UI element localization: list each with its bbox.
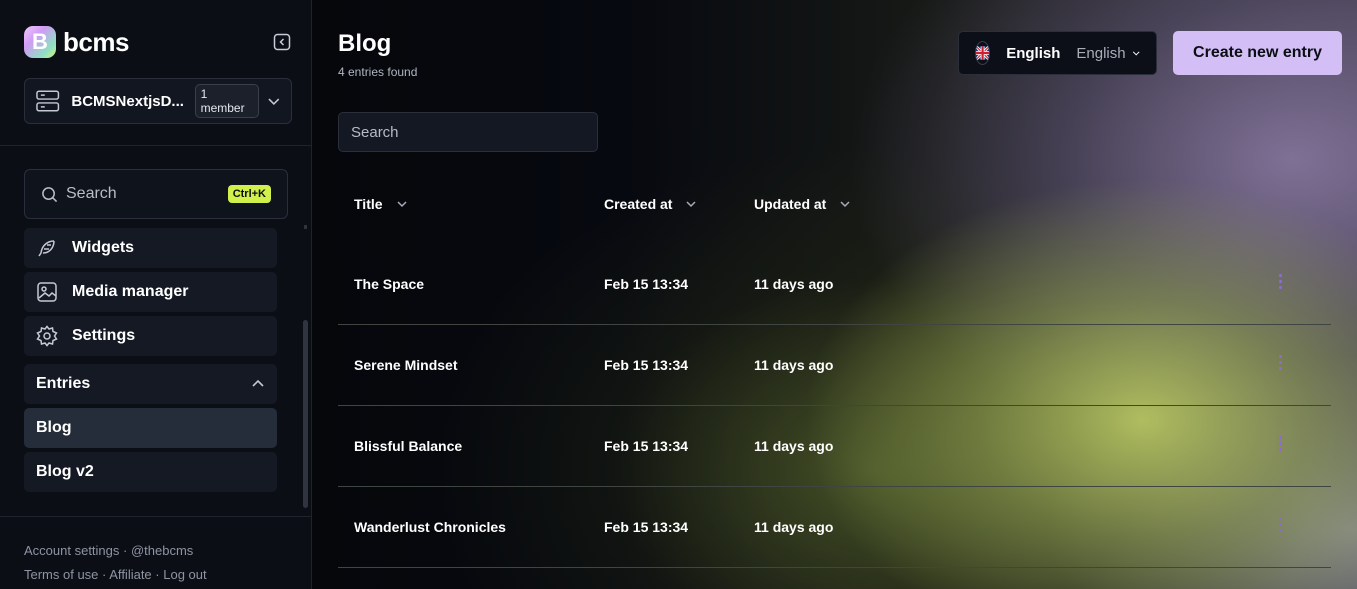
entry-updated-at: 11 days ago [754, 276, 834, 292]
sidebar-item-blog[interactable]: Blog [24, 408, 277, 448]
column-header-title[interactable]: Title [354, 196, 408, 212]
page-title: Blog [338, 30, 392, 57]
create-new-entry-button[interactable]: Create new entry [1173, 31, 1342, 75]
sidebar-search-label: Search [66, 185, 117, 202]
search-icon [42, 186, 58, 202]
table-row[interactable]: Serene Mindset Feb 15 13:34 11 days ago [338, 325, 1331, 406]
entry-updated-at: 11 days ago [754, 357, 834, 373]
entry-created-at: Feb 15 13:34 [604, 357, 689, 373]
logo[interactable]: B bcms [24, 26, 129, 58]
sidebar-item-label: Media manager [72, 283, 189, 300]
sidebar-footer: Account settings · @thebcms Terms of use… [24, 539, 207, 587]
more-options-icon[interactable] [1274, 517, 1286, 537]
collapse-sidebar-icon[interactable] [273, 33, 291, 51]
entries-count: 4 entries found [338, 65, 418, 79]
entries-section-toggle[interactable]: Entries [24, 364, 277, 404]
image-icon [37, 282, 57, 302]
chevron-down-icon [686, 201, 696, 208]
chevron-down-icon [1132, 51, 1140, 56]
entry-created-at: Feb 15 13:34 [604, 438, 689, 454]
entry-title: The Space [354, 276, 425, 292]
entry-updated-at: 11 days ago [754, 438, 834, 454]
divider [0, 145, 311, 146]
chevron-up-icon [252, 379, 264, 387]
entry-title: Serene Mindset [354, 357, 458, 373]
handle-link[interactable]: @thebcms [131, 543, 193, 558]
footer-separator: · [98, 567, 110, 582]
uk-flag-icon [975, 41, 991, 65]
sidebar-item-blog-v2[interactable]: Blog v2 [24, 452, 277, 492]
chevron-down-icon [840, 201, 850, 208]
sidebar-item-label: Blog v2 [36, 463, 94, 480]
entry-created-at: Feb 15 13:34 [604, 519, 689, 535]
search-shortcut-badge: Ctrl+K [227, 185, 271, 203]
column-header-created-at[interactable]: Created at [604, 196, 697, 212]
language-name: English [1006, 44, 1061, 62]
entry-title: Wanderlust Chronicles [354, 519, 506, 535]
column-header-label: Updated at [754, 196, 827, 212]
feather-icon [38, 240, 55, 257]
footer-separator: · [151, 567, 164, 582]
project-selector[interactable]: BCMSNextjsD... 1 member [24, 78, 292, 124]
language-selected: English [1076, 44, 1126, 62]
entries-search-input[interactable]: Search [338, 112, 598, 152]
entry-title: Blissful Balance [354, 438, 463, 454]
sidebar-scrollbar[interactable] [303, 320, 308, 508]
table-row[interactable]: The Space Feb 15 13:34 11 days ago [338, 244, 1331, 325]
logout-link[interactable]: Log out [163, 567, 206, 582]
table-row[interactable]: Wanderlust Chronicles Feb 15 13:34 11 da… [338, 487, 1331, 568]
project-name: BCMSNextjsD... [71, 92, 184, 110]
server-icon [36, 90, 60, 112]
account-settings-link[interactable]: Account settings [24, 543, 119, 558]
column-header-label: Title [354, 196, 383, 212]
main-content: Blog 4 entries found English English Cre… [312, 0, 1357, 589]
terms-link[interactable]: Terms of use [24, 567, 98, 582]
column-header-updated-at[interactable]: Updated at [754, 196, 851, 212]
sidebar-item-label: Settings [72, 327, 136, 344]
sidebar-item-label: Blog [36, 419, 72, 436]
sidebar-item-settings[interactable]: Settings [24, 316, 277, 356]
more-options-icon[interactable] [1274, 436, 1286, 456]
more-options-icon[interactable] [1274, 355, 1286, 375]
sidebar-item-media-manager[interactable]: Media manager [24, 272, 277, 312]
entry-created-at: Feb 15 13:34 [604, 276, 689, 292]
sidebar-search[interactable]: Search Ctrl+K [24, 169, 288, 219]
entry-updated-at: 11 days ago [754, 519, 834, 535]
sidebar: B bcms BCMSNextjsD... 1 member Search Ct… [0, 0, 312, 589]
column-header-label: Created at [604, 196, 673, 212]
chevron-down-icon [397, 201, 407, 208]
more-options-icon[interactable] [1274, 274, 1286, 294]
logo-text: bcms [63, 26, 129, 57]
chevron-down-icon [268, 98, 280, 106]
divider [0, 516, 311, 517]
gear-icon [36, 325, 58, 347]
scrollbar-arrow[interactable] [304, 225, 307, 229]
footer-separator: · [119, 543, 131, 558]
entries-section-label: Entries [36, 375, 91, 392]
table-row[interactable]: Blissful Balance Feb 15 13:34 11 days ag… [338, 406, 1331, 487]
sidebar-item-widgets[interactable]: Widgets [24, 228, 277, 268]
affiliate-link[interactable]: Affiliate [109, 567, 151, 582]
sidebar-item-label: Widgets [72, 239, 135, 256]
member-count-badge: 1 member [194, 84, 260, 118]
logo-badge: B [24, 26, 56, 58]
language-selector[interactable]: English English [958, 31, 1157, 75]
